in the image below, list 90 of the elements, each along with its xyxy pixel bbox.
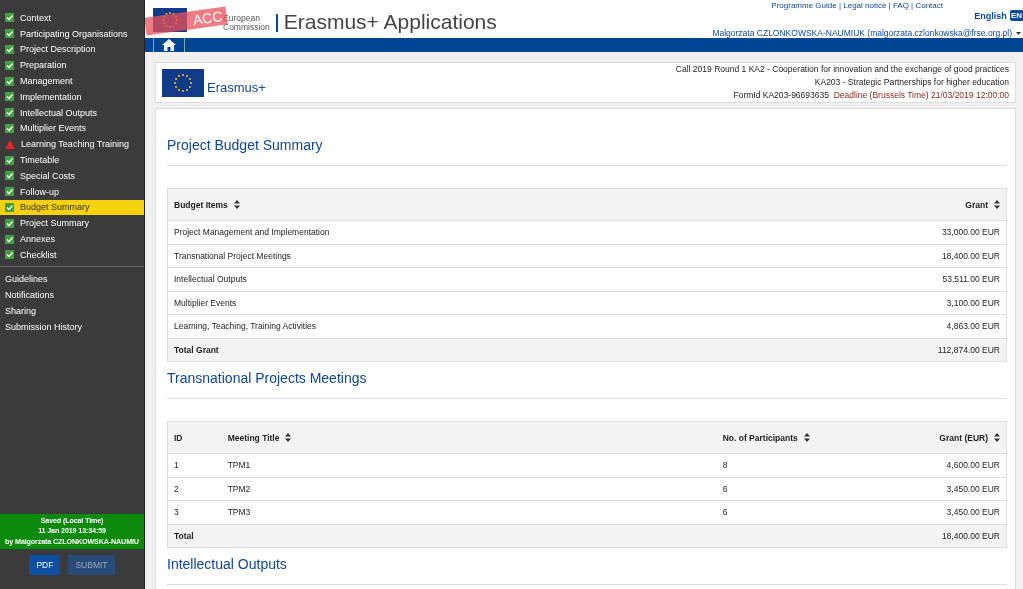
checkbox-icon [5,123,14,133]
checkbox-icon [5,234,14,244]
sort-icon[interactable] [803,433,810,442]
form-id: FormId KA203-96693635 [733,90,829,100]
caret-icon[interactable] [1016,31,1021,35]
sidebar-item[interactable]: Checklist [0,246,144,263]
checkbox-icon [5,250,14,260]
table-cell: TPM3 [227,507,251,518]
checkbox-icon [5,60,14,70]
checkbox-icon [5,76,14,86]
language-badge[interactable]: EN [1009,10,1023,21]
programme-name: Erasmus+ [207,79,266,95]
action-info: KA203 - Strategic Partnerships for higher education [813,76,1009,89]
sort-icon[interactable] [994,200,1000,209]
warning-icon [5,139,15,149]
table-cell: 3,450.00 EUR [946,483,1000,494]
table-cell: 53,511.00 EUR [942,274,1000,285]
checkbox-icon [5,29,14,39]
table-cell: Total [174,530,194,541]
call-info: Call 2019 Round 1 KA2 - Cooperation for innovation and the exchange of good practices [675,63,1009,76]
checkbox-icon [5,218,14,228]
sidebar-item[interactable]: Context [0,10,144,26]
sidebar-item[interactable]: Special Costs [0,167,144,184]
table-cell: TPM2 [227,483,251,494]
table-cell: 112,874.00 EUR [937,344,1000,355]
table-cell: TPM1 [227,460,251,471]
sidebar-item[interactable]: Follow-up [0,183,144,200]
table-cell: 2 [174,483,179,494]
column-header[interactable]: Budget Items [174,199,240,210]
table-cell: Intellectual Outputs [174,274,247,285]
sidebar-item[interactable]: Project Description [0,41,144,58]
column-header[interactable]: Meeting Title [227,432,292,443]
user-link[interactable]: Malgorzata CZLONKOWSKA-NAUMIUK (malgorzata.czlonkowska@frse.org.pl) [712,28,1012,38]
sidebar-link[interactable]: Sharing [5,302,144,319]
eu-flag-icon [162,68,204,97]
sidebar-link[interactable]: Submission History [5,318,144,335]
checkbox-icon [5,45,14,54]
sidebar-item[interactable]: Management [0,73,144,89]
sidebar-item[interactable]: Participating Organisations [0,25,144,42]
table-cell: 8 [722,460,728,471]
table-cell: Total Grant [174,344,219,355]
table-cell: 4,600.00 EUR [946,460,1000,471]
sidebar-item[interactable]: Implementation [0,89,144,105]
app-title: Erasmus+ Applications [283,10,497,34]
checkbox-icon [5,202,14,212]
home-icon[interactable] [162,39,176,51]
sort-icon[interactable] [285,433,292,442]
checkbox-icon [5,187,14,197]
table-cell: Learning, Teaching, Training Activities [174,321,317,332]
table-cell: 6 [722,483,728,494]
sidebar-item[interactable]: Preparation [0,57,144,74]
table-cell: Multiplier Events [174,297,237,308]
sidebar-item[interactable]: Project Summary [0,215,144,232]
checkbox-icon [5,13,14,23]
checkbox-icon [5,92,14,102]
section-title: Project Budget Summary [167,137,324,153]
checkbox-icon [5,108,14,118]
table-cell: 1 [174,460,179,471]
column-header[interactable]: Grant [965,199,1000,210]
language-link[interactable]: English [974,10,1007,21]
deadline-info: Deadline (Brussels Time) 21/03/2019 12:00:00 [833,90,1009,100]
sidebar-item[interactable]: Timetable [0,152,144,168]
column-header[interactable]: Grant (EUR) [939,432,1000,443]
sidebar-link[interactable]: Notifications [5,286,144,303]
sidebar-link[interactable]: Guidelines [5,270,144,287]
table-cell: 6 [722,507,728,518]
table-cell: 18,400.00 EUR [941,250,1000,261]
table-cell: 3,100.00 EUR [946,297,1000,308]
header-links[interactable]: Programme Guide | Legal notice | FAQ | Contact [771,1,943,10]
table-cell: 3,450.00 EUR [946,507,1000,518]
table-cell: 4,863.00 EUR [946,321,1000,332]
sort-icon[interactable] [994,433,1000,442]
sidebar-item[interactable]: Learning Teaching Training [0,136,144,153]
sidebar-item[interactable]: Intellectual Outputs [0,104,144,121]
checkbox-icon [5,171,14,181]
section-title: Transnational Projects Meetings [167,370,368,386]
column-header[interactable]: No. of Participants [722,432,810,443]
table-cell: Transnational Project Meetings [174,250,291,261]
table-cell: 33,000.00 EUR [941,227,1000,238]
sidebar-item[interactable]: Budget Summary [0,199,144,216]
sidebar-item[interactable]: Annexes [0,231,144,247]
table-cell: Project Management and Implementation [174,227,330,238]
column-header: ID [174,432,183,443]
sidebar-item[interactable]: Multiplier Events [0,120,144,137]
section-title: Intellectual Outputs [167,556,288,572]
table-cell: 3 [174,507,179,518]
checkbox-icon [5,155,14,165]
toolbar-button[interactable]: PDF [29,555,61,575]
sort-icon[interactable] [233,200,240,209]
table-cell: 18,400.00 EUR [941,530,1000,541]
